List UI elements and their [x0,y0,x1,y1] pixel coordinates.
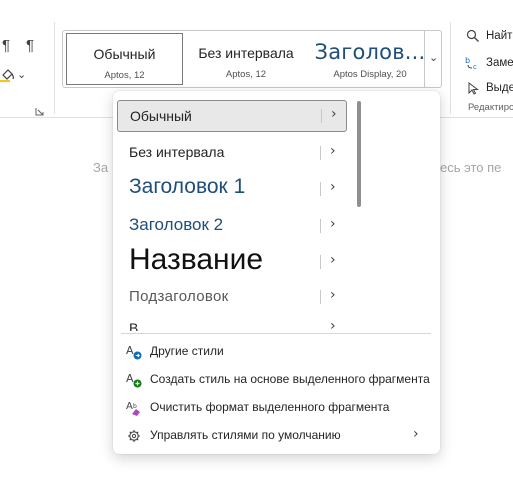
group-separator [450,22,451,114]
svg-text:c: c [473,63,477,70]
select-button[interactable]: Выде [486,82,513,94]
manage-default-styles-button[interactable]: Управлять стилями по умолчанию › [121,423,433,449]
menu-style-label: Без интервала [129,144,225,160]
scrollbar-thumb[interactable] [357,101,361,207]
divider [321,109,322,123]
styles-dropdown: Обычный › Без интервала › Заголовок 1 › … [113,91,440,454]
styles-pane-icon: A [125,343,143,361]
select-cursor-icon [467,81,480,95]
group-separator [54,22,55,114]
menu-style-label: Заголовок 1 [129,175,246,198]
svg-text:b: b [133,403,137,410]
chevron-right-icon[interactable]: › [330,216,336,232]
menu-style-label: Обычный [130,108,192,124]
style-card-name: Без интервала [198,45,294,61]
create-style-icon: A [125,371,143,389]
style-card-normal[interactable]: Обычный Aptos, 12 [66,33,183,85]
more-styles-label: Другие стили [150,344,224,358]
menu-style-heading-2[interactable]: Заголовок 2 › [117,213,347,239]
more-styles-button[interactable]: A Другие стили [121,339,433,365]
chevron-right-icon[interactable]: › [330,252,336,268]
menu-separator [121,333,431,334]
menu-style-no-spacing[interactable]: Без интервала › [117,141,347,165]
chevron-right-icon[interactable]: › [330,287,336,303]
menu-style-heading-1[interactable]: Заголовок 1 › [117,173,347,205]
chevron-right-icon: › [330,318,336,331]
styles-gallery: Обычный Aptos, 12 Без интервала Aptos, 1… [62,30,442,88]
style-card-font: Aptos, 12 [104,70,145,81]
style-card-heading-1[interactable]: Заголов... Aptos Display, 20 [309,33,431,85]
divider [320,290,321,304]
style-card-font: Aptos, 12 [225,69,267,80]
show-formatting-marks-icon[interactable]: ¶ [2,37,10,54]
create-style-button[interactable]: A Создать стиль на основе выделенного фр… [121,367,433,393]
document-placeholder-text: За [93,160,109,175]
style-card-font: Aptos Display, 20 [333,69,407,80]
chevron-right-icon[interactable]: › [331,106,337,122]
svg-text:b: b [465,56,470,65]
chevron-down-icon: ⌄ [429,52,439,64]
replace-icon: bc [465,55,480,71]
menu-style-label: Подзаголовок [129,288,229,305]
svg-text:A: A [126,401,133,412]
find-button[interactable]: Найт [486,30,512,42]
svg-text:A: A [126,372,134,385]
clear-formatting-icon: Ab [125,399,143,417]
menu-style-title[interactable]: Название › [117,243,347,281]
svg-text:A: A [126,344,134,357]
menu-style-label: Название [129,243,264,276]
gallery-more-button[interactable]: ⌄ [424,30,442,88]
chevron-down-icon[interactable]: ⌄ [17,68,26,81]
divider [320,255,321,269]
dialog-launcher-icon[interactable] [35,103,44,116]
menu-style-normal[interactable]: Обычный › [117,100,347,132]
clear-formatting-button[interactable]: Ab Очистить формат выделенного фрагмента [121,395,433,421]
gear-icon [125,427,143,445]
create-style-label: Создать стиль на основе выделенного фраг… [150,372,430,386]
manage-default-styles-label: Управлять стилями по умолчанию [150,428,341,442]
menu-style-label: В [129,320,139,331]
group-label-editing: Редактиро [468,102,513,113]
divider [320,146,321,160]
divider [320,219,321,233]
replace-button[interactable]: Заме [486,57,513,69]
style-card-name: Обычный [93,46,156,62]
paragraph-mark-icon[interactable]: ¶ [26,37,34,54]
divider [320,182,321,196]
document-placeholder-text: есь это пе [440,160,502,175]
style-card-no-spacing[interactable]: Без интервала Aptos, 12 [187,33,305,85]
chevron-right-icon: › [413,426,419,442]
menu-style-subtitle[interactable]: Подзаголовок › [117,285,347,309]
menu-style-clipped[interactable]: В › [117,317,347,331]
chevron-right-icon[interactable]: › [330,179,336,195]
chevron-right-icon[interactable]: › [330,143,336,159]
menu-style-label: Заголовок 2 [129,215,224,234]
style-card-name: Заголов... [314,40,426,64]
clear-formatting-label: Очистить формат выделенного фрагмента [150,400,390,414]
search-icon [466,29,480,43]
